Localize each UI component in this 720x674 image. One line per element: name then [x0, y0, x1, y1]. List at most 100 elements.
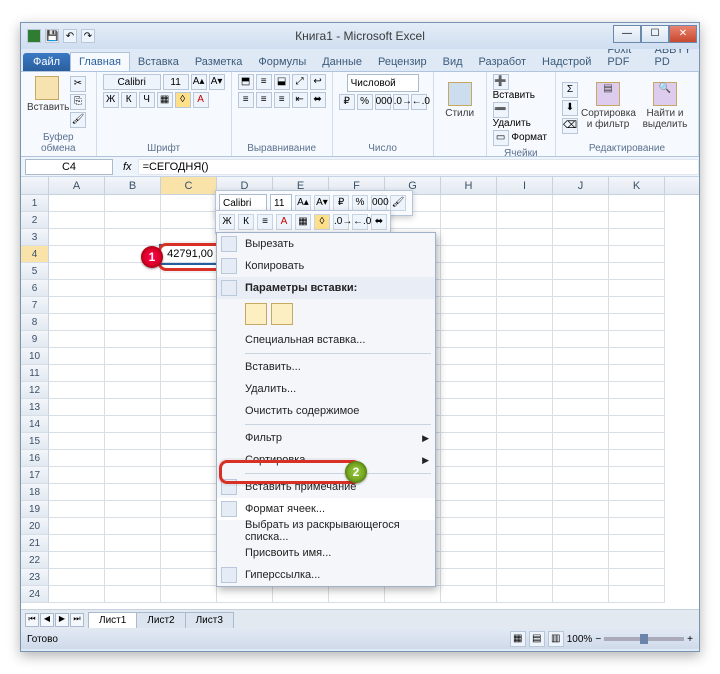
cell[interactable] [161, 365, 217, 382]
cell[interactable] [609, 331, 665, 348]
row-22[interactable]: 22 [21, 552, 49, 569]
thousands-icon[interactable]: 000 [375, 94, 391, 110]
tab-data[interactable]: Данные [314, 53, 370, 71]
row-1[interactable]: 1 [21, 195, 49, 212]
align-right-icon[interactable]: ≡ [274, 92, 290, 108]
cell[interactable] [161, 212, 217, 229]
cell[interactable] [105, 569, 161, 586]
cell[interactable] [49, 535, 105, 552]
row-5[interactable]: 5 [21, 263, 49, 280]
cell[interactable] [49, 399, 105, 416]
cell[interactable] [553, 263, 609, 280]
mini-inc-decimal-icon[interactable]: .0→ [333, 214, 349, 230]
cell[interactable] [161, 314, 217, 331]
cell[interactable] [553, 535, 609, 552]
save-icon[interactable]: 💾 [45, 29, 59, 43]
cell[interactable] [497, 484, 553, 501]
cell[interactable] [441, 229, 497, 246]
cell[interactable] [49, 569, 105, 586]
cell[interactable] [609, 212, 665, 229]
view-layout-icon[interactable]: ▤ [529, 631, 545, 647]
cell[interactable] [553, 586, 609, 603]
mini-shrink-font-icon[interactable]: A▾ [314, 195, 330, 211]
paste-button[interactable]: Вставить [27, 74, 67, 130]
row-7[interactable]: 7 [21, 297, 49, 314]
cell[interactable] [441, 586, 497, 603]
row-18[interactable]: 18 [21, 484, 49, 501]
cell[interactable] [553, 280, 609, 297]
cell[interactable] [553, 348, 609, 365]
cell[interactable] [105, 450, 161, 467]
cell[interactable] [49, 552, 105, 569]
cell[interactable] [161, 382, 217, 399]
row-10[interactable]: 10 [21, 348, 49, 365]
cell[interactable] [609, 280, 665, 297]
tab-home[interactable]: Главная [70, 52, 130, 71]
cell[interactable] [161, 501, 217, 518]
cell[interactable] [441, 314, 497, 331]
cell[interactable] [609, 399, 665, 416]
wrap-text-icon[interactable]: ↩ [310, 74, 326, 90]
cell[interactable] [609, 314, 665, 331]
row-8[interactable]: 8 [21, 314, 49, 331]
cell[interactable] [553, 382, 609, 399]
italic-button[interactable]: К [121, 92, 137, 108]
cell[interactable] [49, 518, 105, 535]
mini-italic-button[interactable]: К [238, 214, 254, 230]
cell[interactable] [497, 450, 553, 467]
tab-review[interactable]: Рецензир [370, 53, 435, 71]
ctx-dropdown-list[interactable]: Выбрать из раскрывающегося списка... [217, 520, 435, 542]
maximize-button[interactable]: ☐ [641, 25, 669, 43]
tab-view[interactable]: Вид [435, 53, 471, 71]
cell[interactable] [105, 212, 161, 229]
cell[interactable] [553, 569, 609, 586]
cell[interactable] [553, 450, 609, 467]
close-button[interactable]: ✕ [669, 25, 697, 43]
row-23[interactable]: 23 [21, 569, 49, 586]
ctx-insert[interactable]: Вставить... [217, 356, 435, 378]
cell[interactable] [385, 586, 441, 603]
mini-border-icon[interactable]: ▦ [295, 214, 311, 230]
cell[interactable] [609, 382, 665, 399]
cell[interactable] [273, 586, 329, 603]
cell[interactable] [609, 467, 665, 484]
select-all-corner[interactable] [21, 177, 49, 194]
cell[interactable] [49, 433, 105, 450]
sheet-tab-3[interactable]: Лист3 [185, 612, 234, 628]
cell[interactable] [497, 569, 553, 586]
cell[interactable] [497, 535, 553, 552]
autosum-icon[interactable]: Σ [562, 82, 578, 98]
cell[interactable] [49, 586, 105, 603]
sheet-nav-last[interactable]: ⏭ [70, 613, 84, 627]
ctx-cut[interactable]: Вырезать [217, 233, 435, 255]
cell[interactable] [553, 365, 609, 382]
cell[interactable] [49, 416, 105, 433]
row-9[interactable]: 9 [21, 331, 49, 348]
cell[interactable] [49, 212, 105, 229]
cell[interactable] [161, 467, 217, 484]
file-tab[interactable]: Файл [23, 53, 70, 71]
row-6[interactable]: 6 [21, 280, 49, 297]
ctx-paste-special[interactable]: Специальная вставка... [217, 329, 435, 351]
cell[interactable] [441, 433, 497, 450]
row-24[interactable]: 24 [21, 586, 49, 603]
cell[interactable] [105, 433, 161, 450]
cell[interactable] [609, 552, 665, 569]
cell[interactable] [49, 450, 105, 467]
cell[interactable] [105, 348, 161, 365]
cell[interactable] [441, 467, 497, 484]
cell[interactable] [553, 552, 609, 569]
font-color-icon[interactable]: A [193, 92, 209, 108]
ctx-delete[interactable]: Удалить... [217, 378, 435, 400]
mini-font-color-icon[interactable]: A [276, 214, 292, 230]
clear-icon[interactable]: ⌫ [562, 118, 578, 134]
col-J[interactable]: J [553, 177, 609, 194]
cell[interactable] [49, 263, 105, 280]
percent-icon[interactable]: % [357, 94, 373, 110]
row-17[interactable]: 17 [21, 467, 49, 484]
cell[interactable] [553, 433, 609, 450]
row-19[interactable]: 19 [21, 501, 49, 518]
mini-merge-icon[interactable]: ⬌ [371, 214, 387, 230]
cell[interactable] [161, 450, 217, 467]
cell[interactable] [441, 552, 497, 569]
